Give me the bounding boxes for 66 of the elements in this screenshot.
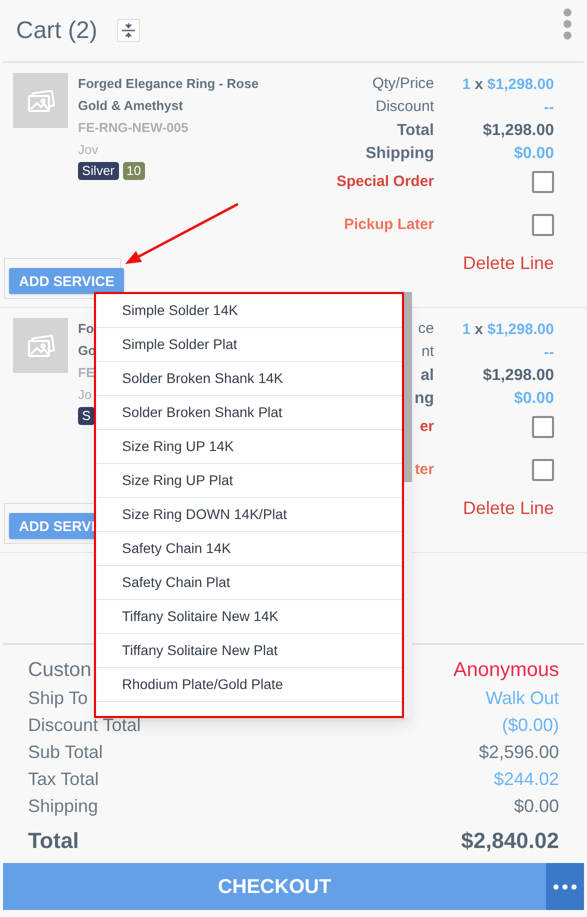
delete-line-link[interactable]: Delete Line	[462, 250, 554, 277]
summary-label: Tax Total	[28, 768, 99, 791]
more-icon[interactable]	[563, 8, 572, 40]
product-vendor: Jov	[78, 141, 98, 159]
field-label: Shipping	[364, 144, 434, 164]
service-option[interactable]: Solder Broken Shank Plat	[96, 396, 402, 430]
option-label: Pickup Later	[344, 214, 434, 234]
summary-value: $2,596.00	[478, 741, 559, 764]
tag: S	[78, 407, 95, 425]
delete-line-link[interactable]: Delete Line	[462, 495, 554, 522]
checkbox[interactable]	[532, 171, 554, 194]
field-label: ce	[417, 319, 434, 340]
service-option[interactable]: Tiffany Solitaire New Plat	[96, 634, 402, 668]
service-option[interactable]: Safety Chain Plat	[96, 566, 402, 600]
image-icon	[26, 88, 54, 112]
add-service-button[interactable]: ADD SERVICE	[9, 268, 124, 294]
checkbox[interactable]	[532, 214, 554, 236]
option-label: er	[420, 417, 434, 437]
summary-label: Sub Total	[28, 741, 103, 764]
collapse-icon	[122, 23, 136, 38]
service-option[interactable]: Size Ring UP Plat	[96, 464, 402, 498]
summary-label: Discount Total	[28, 714, 141, 737]
service-option[interactable]: Simple Solder 14K	[96, 294, 402, 328]
summary-value: $2,840.02	[461, 827, 559, 855]
product-name-line: Gold & Amethyst	[78, 97, 183, 115]
product-name-line: Fo	[78, 320, 94, 338]
summary-label: Ship To	[28, 687, 88, 710]
checkbox[interactable]	[532, 416, 554, 438]
tag: Silver	[78, 162, 119, 180]
field-label: Qty/Price	[371, 74, 434, 94]
option-label: ter	[414, 460, 434, 480]
summary-label: Total	[28, 827, 79, 855]
total-value: $1,298.00	[482, 122, 554, 138]
service-option[interactable]: Solder Broken Shank 14K	[96, 362, 402, 396]
summary-value[interactable]: Anonymous	[453, 655, 559, 685]
field-label: Total	[396, 120, 434, 140]
service-option[interactable]: Safety Chain 14K	[96, 532, 402, 566]
product-name-line: Forged Elegance Ring - Rose	[78, 75, 259, 93]
summary-label: Custon	[28, 658, 92, 683]
total-value: $1,298.00	[482, 366, 554, 384]
cart-title: Cart (2)	[16, 16, 98, 46]
more-button[interactable]	[546, 863, 584, 910]
summary-value: $0.00	[514, 795, 559, 818]
product-vendor: Jo	[78, 386, 92, 404]
product-sku: FE	[78, 364, 95, 382]
service-option[interactable]: Rhodium Plate/Gold Plate	[96, 668, 402, 702]
field-label: al	[420, 366, 434, 386]
scrollbar-thumb[interactable]	[404, 292, 412, 482]
checkout-button[interactable]: CHECKOUT	[3, 863, 546, 910]
qty-price-value[interactable]: 1 x $1,298.00	[462, 320, 554, 338]
image-icon	[26, 334, 54, 358]
service-option[interactable]: Size Ring DOWN 14K/Plat	[96, 498, 402, 532]
checkbox[interactable]	[532, 458, 554, 481]
summary-label: Shipping	[28, 795, 98, 818]
qty-price-value[interactable]: 1 x $1,298.00	[462, 76, 554, 92]
tag: 10	[122, 162, 145, 180]
collapse-button[interactable]	[117, 19, 140, 42]
product-sku: FE-RNG-NEW-005	[78, 119, 188, 137]
field-label: Discount	[374, 97, 434, 118]
field-label: ng	[413, 388, 434, 408]
service-option[interactable]: Size Ring UP 14K	[96, 430, 402, 464]
service-option[interactable]: Tiffany Solitaire New 14K	[96, 600, 402, 634]
service-option[interactable]: Simple Solder Plat	[96, 328, 402, 362]
more-icon	[553, 884, 577, 890]
field-label: nt	[420, 342, 434, 362]
option-label: Special Order	[336, 172, 434, 192]
